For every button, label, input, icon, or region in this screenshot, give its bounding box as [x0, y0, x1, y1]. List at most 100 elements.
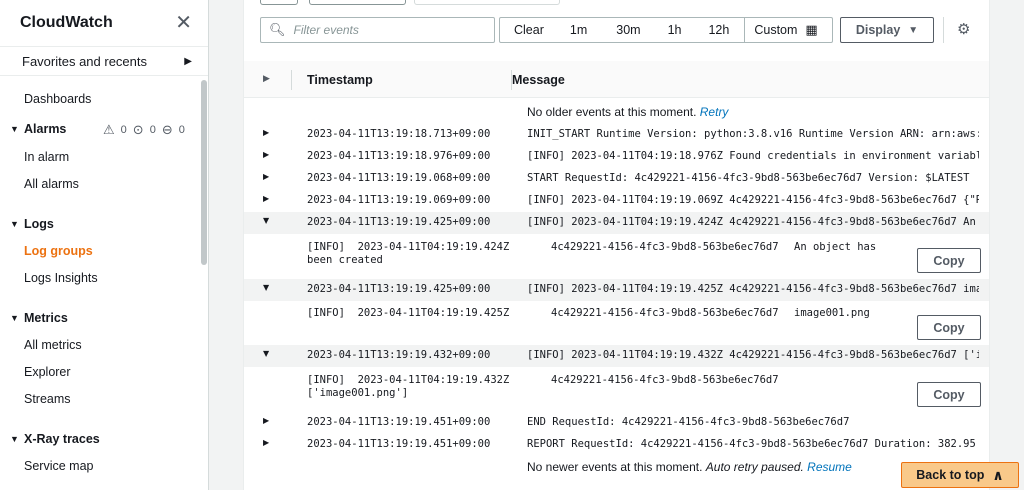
row-timestamp: 2023-04-11T13:19:18.976+09:00: [307, 150, 491, 162]
toolbar-button-stub[interactable]: [309, 0, 406, 5]
caret-down-icon: ▼: [10, 313, 19, 323]
ok-count: 0: [149, 124, 156, 136]
row-detail-text: [INFO] 2023-04-11T04:19:19.425Z: [307, 307, 510, 319]
row-message: [INFO] 2023-04-11T04:19:19.432Z 4c429221…: [527, 349, 979, 361]
copy-button[interactable]: Copy: [917, 248, 981, 273]
expand-all-icon[interactable]: ▶: [263, 73, 270, 84]
range-1m-button[interactable]: 1m: [570, 23, 587, 37]
back-to-top-label: Back to top: [916, 468, 985, 482]
column-divider: [511, 70, 512, 90]
sidebar-section-alarms[interactable]: ▼ Alarms: [10, 122, 66, 136]
alarm-count: 0: [120, 124, 127, 136]
older-events-text: No older events at this moment.: [527, 105, 697, 119]
custom-range-button[interactable]: Custom: [754, 23, 797, 37]
copy-button[interactable]: Copy: [917, 315, 981, 340]
expand-icon[interactable]: ▶: [263, 150, 269, 159]
table-row-expanded[interactable]: ▼ 2023-04-11T13:19:19.425+09:00 [INFO] 2…: [244, 212, 989, 234]
retry-link[interactable]: Retry: [700, 105, 729, 119]
sidebar-section-xray[interactable]: ▼ X-Ray traces: [10, 432, 100, 446]
expand-icon[interactable]: ▶: [263, 194, 269, 203]
caret-down-icon: ▼: [10, 219, 19, 229]
table-row[interactable]: ▶ 2023-04-11T13:19:19.451+09:00 REPORT R…: [244, 434, 989, 456]
table-header: Timestamp Message: [244, 61, 989, 98]
expand-icon[interactable]: ▶: [263, 416, 269, 425]
check-circle-icon: ⊙: [132, 122, 144, 137]
section-label: Logs: [24, 217, 54, 231]
sidebar-section-logs[interactable]: ▼ Logs: [10, 217, 54, 231]
row-detail-request-id: 4c429221-4156-4fc3-9bd8-563be6ec76d7: [551, 307, 779, 319]
table-row[interactable]: ▶ 2023-04-11T13:19:18.976+09:00 [INFO] 2…: [244, 146, 989, 168]
table-row[interactable]: ▶ 2023-04-11T13:19:18.713+09:00 INIT_STA…: [244, 124, 989, 146]
row-detail-text: image001.png: [794, 307, 870, 319]
row-message: INIT_START Runtime Version: python:3.8.v…: [527, 128, 979, 140]
table-row[interactable]: ▶ 2023-04-11T13:19:19.451+09:00 END Requ…: [244, 412, 989, 434]
section-label: X-Ray traces: [24, 432, 100, 446]
chevron-up-icon: ∧: [992, 466, 1004, 483]
row-detail-text: An object has: [794, 241, 877, 253]
caret-down-icon: ▼: [10, 434, 19, 444]
row-timestamp: 2023-04-11T13:19:19.425+09:00: [307, 283, 491, 295]
insufficient-count: 0: [178, 124, 185, 136]
sidebar-section-metrics[interactable]: ▼ Metrics: [10, 311, 68, 325]
range-12h-button[interactable]: 12h: [708, 23, 729, 37]
toolbar-button-stub[interactable]: [414, 0, 560, 5]
copy-button[interactable]: Copy: [917, 382, 981, 407]
gear-icon[interactable]: ⚙: [957, 20, 970, 38]
table-row[interactable]: ▶ 2023-04-11T13:19:19.068+09:00 START Re…: [244, 168, 989, 190]
row-timestamp: 2023-04-11T13:19:19.425+09:00: [307, 216, 491, 228]
sidebar-item-all-alarms[interactable]: All alarms: [24, 177, 79, 191]
expand-icon[interactable]: ▶: [263, 128, 269, 137]
resume-link[interactable]: Resume: [807, 460, 852, 474]
sidebar-item-logs-insights[interactable]: Logs Insights: [24, 271, 98, 285]
table-row-expanded[interactable]: ▼ 2023-04-11T13:19:19.432+09:00 [INFO] 2…: [244, 345, 989, 367]
column-header-timestamp[interactable]: Timestamp: [307, 73, 373, 87]
sidebar-item-dashboards[interactable]: Dashboards: [24, 92, 91, 106]
display-label: Display: [855, 23, 901, 37]
calendar-icon[interactable]: ▦: [805, 22, 817, 38]
column-header-message[interactable]: Message: [512, 73, 565, 87]
row-message: REPORT RequestId: 4c429221-4156-4fc3-9bd…: [527, 438, 979, 450]
sidebar-scrollbar[interactable]: [201, 80, 207, 265]
row-message: [INFO] 2023-04-11T04:19:19.069Z 4c429221…: [527, 194, 979, 206]
collapse-icon[interactable]: ▼: [263, 283, 269, 292]
sidebar-item-in-alarm[interactable]: In alarm: [24, 150, 69, 164]
clear-button[interactable]: Clear: [514, 23, 544, 37]
sidebar-item-log-groups[interactable]: Log groups: [24, 244, 93, 258]
close-icon[interactable]: ✕: [175, 13, 192, 33]
table-row[interactable]: ▶ 2023-04-11T13:19:19.069+09:00 [INFO] 2…: [244, 190, 989, 212]
display-dropdown-button[interactable]: Display ▼: [840, 17, 934, 43]
ellipsis-circle-icon: ⊖: [161, 122, 173, 137]
sidebar-item-service-map[interactable]: Service map: [24, 459, 93, 473]
row-timestamp: 2023-04-11T13:19:19.451+09:00: [307, 416, 491, 428]
table-row-expanded[interactable]: ▼ 2023-04-11T13:19:19.425+09:00 [INFO] 2…: [244, 279, 989, 301]
sidebar-item-all-metrics[interactable]: All metrics: [24, 338, 82, 352]
collapse-icon[interactable]: ▼: [263, 349, 269, 358]
sidebar-item-favorites[interactable]: Favorites and recents ▶: [0, 46, 208, 76]
expand-icon[interactable]: ▶: [263, 172, 269, 181]
range-30m-button[interactable]: 30m: [616, 23, 640, 37]
back-to-top-button[interactable]: Back to top ∧: [901, 462, 1019, 488]
row-message: START RequestId: 4c429221-4156-4fc3-9bd8…: [527, 172, 970, 184]
row-timestamp: 2023-04-11T13:19:19.451+09:00: [307, 438, 491, 450]
row-message: END RequestId: 4c429221-4156-4fc3-9bd8-5…: [527, 416, 850, 428]
sidebar-header: CloudWatch ✕: [0, 0, 208, 46]
section-label: Metrics: [24, 311, 68, 325]
filter-events-input[interactable]: 🔍︎ Filter events: [260, 17, 495, 43]
filter-placeholder: Filter events: [293, 23, 359, 37]
expand-icon[interactable]: ▶: [263, 438, 269, 447]
sidebar: CloudWatch ✕ Favorites and recents ▶ Das…: [0, 0, 209, 490]
row-detail-request-id: 4c429221-4156-4fc3-9bd8-563be6ec76d7: [551, 241, 779, 253]
row-timestamp: 2023-04-11T13:19:19.068+09:00: [307, 172, 491, 184]
range-1h-button[interactable]: 1h: [668, 23, 682, 37]
sidebar-item-explorer[interactable]: Explorer: [24, 365, 71, 379]
newer-events-row: No newer events at this moment. Auto ret…: [244, 460, 989, 476]
sidebar-item-label: Favorites and recents: [22, 53, 148, 69]
divider: [943, 17, 944, 43]
row-timestamp: 2023-04-11T13:19:18.713+09:00: [307, 128, 491, 140]
auto-retry-text: Auto retry paused.: [705, 460, 804, 474]
sidebar-item-streams[interactable]: Streams: [24, 392, 71, 406]
toolbar-button-stub[interactable]: [260, 0, 298, 5]
row-message: [INFO] 2023-04-11T04:19:19.425Z 4c429221…: [527, 283, 979, 295]
collapse-icon[interactable]: ▼: [263, 216, 269, 225]
row-message: [INFO] 2023-04-11T04:19:18.976Z Found cr…: [527, 150, 979, 162]
